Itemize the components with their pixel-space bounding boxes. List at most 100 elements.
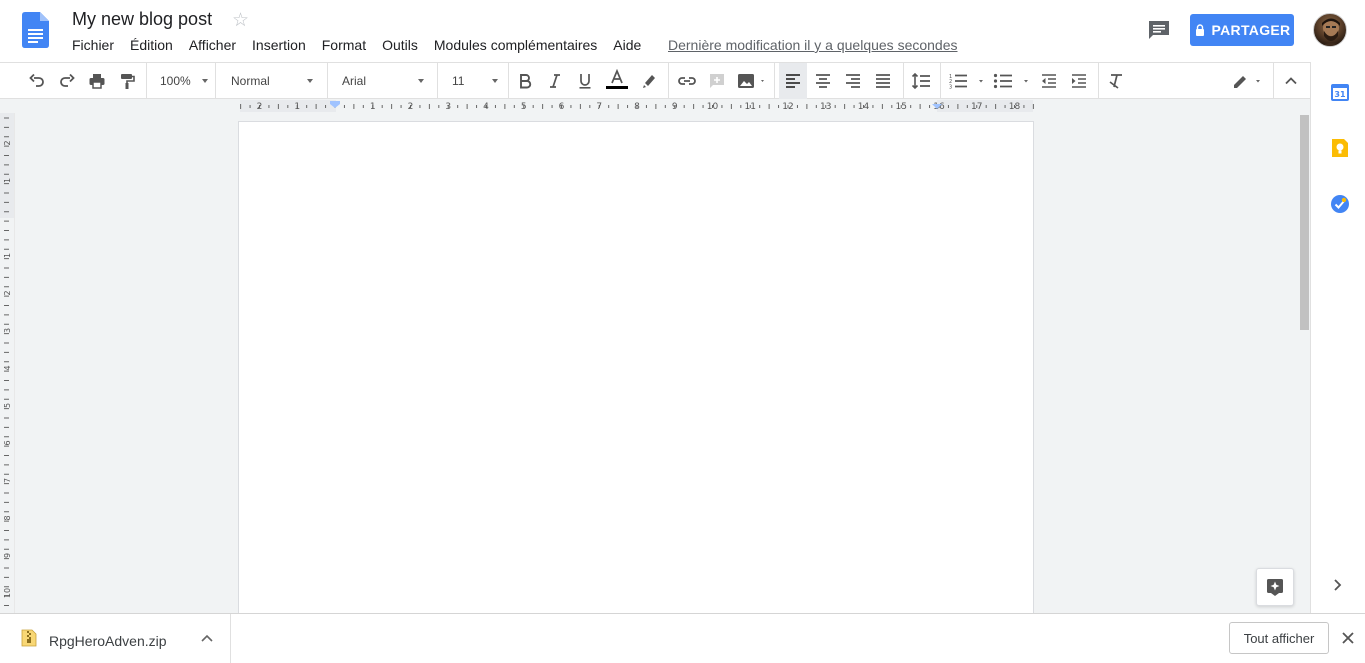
download-item[interactable]: RpgHeroAdven.zip (0, 614, 231, 663)
ruler-label: 3 (445, 102, 451, 112)
document-canvas (15, 113, 1300, 613)
explore-button[interactable] (1256, 568, 1294, 606)
ruler-label: 8 (634, 102, 640, 112)
ruler-label: 6 (3, 440, 12, 445)
link-icon[interactable] (673, 63, 701, 99)
clear-format-icon[interactable] (1103, 63, 1129, 99)
menu-view[interactable]: Afficher (181, 36, 244, 56)
download-file-name: RpgHeroAdven.zip (49, 633, 167, 649)
menu-file[interactable]: Fichier (64, 36, 122, 56)
ruler-label: 8 (3, 515, 12, 520)
close-icon[interactable] (1341, 631, 1355, 645)
indent-increase-icon[interactable] (1066, 63, 1092, 99)
ruler-label: 5 (521, 102, 527, 112)
menu-tools[interactable]: Outils (374, 36, 426, 56)
italic-icon[interactable] (542, 63, 568, 99)
lock-icon (1195, 24, 1204, 36)
scrollbar[interactable] (1299, 113, 1310, 613)
share-button[interactable]: PARTAGER (1190, 14, 1294, 46)
ruler-label: 1 (3, 178, 12, 183)
menu-format[interactable]: Format (314, 36, 374, 56)
bold-icon[interactable] (512, 63, 538, 99)
ruler-label: 7 (3, 478, 12, 483)
ruler-label: 2 (3, 290, 12, 295)
ruler-label: 14 (858, 102, 870, 112)
docs-logo-icon[interactable] (22, 12, 49, 48)
ruler-label: 6 (559, 102, 565, 112)
comments-icon[interactable] (1147, 19, 1171, 41)
share-label: PARTAGER (1211, 22, 1291, 38)
font-value: Arial (342, 74, 367, 88)
style-select[interactable]: Normal (231, 63, 313, 99)
zoom-value: 100% (160, 74, 191, 88)
show-all-button[interactable]: Tout afficher (1229, 622, 1329, 654)
horizontal-ruler[interactable]: 21123456789101112131415161718 (0, 99, 1310, 113)
header: My new blog post ☆ Fichier Édition Affic… (0, 0, 1365, 62)
vertical-ruler[interactable]: 2 1 1 2 3 4 5 6 7 8 9 10 (0, 113, 15, 613)
comment-add-icon[interactable] (704, 63, 730, 99)
underline-icon[interactable] (572, 63, 598, 99)
star-icon[interactable]: ☆ (232, 9, 249, 32)
expand-panel-icon[interactable] (1331, 575, 1345, 595)
document-title[interactable]: My new blog post (72, 9, 212, 30)
download-bar: RpgHeroAdven.zip Tout afficher (0, 613, 1365, 663)
chevron-up-icon[interactable] (200, 632, 214, 644)
keep-icon[interactable] (1330, 138, 1350, 158)
ruler-label: 13 (820, 102, 831, 112)
justify-icon[interactable] (869, 63, 897, 99)
ruler-label: 10 (3, 588, 12, 598)
toolbar: 100% Normal Arial 11 1 2 3 (0, 62, 1310, 99)
ruler-label: 1 (294, 102, 300, 112)
font-size-select[interactable]: 11 (452, 63, 498, 99)
edit-mode-icon[interactable] (1228, 63, 1268, 99)
document-page[interactable] (238, 121, 1034, 613)
style-value: Normal (231, 74, 270, 88)
ruler-label: 1 (370, 102, 376, 112)
ruler-label: 1 (3, 253, 12, 258)
avatar[interactable] (1313, 13, 1347, 47)
align-center-icon[interactable] (809, 63, 837, 99)
zoom-select[interactable]: 100% (160, 63, 208, 99)
align-right-icon[interactable] (839, 63, 867, 99)
ruler-label: 4 (483, 102, 489, 112)
ruler-label: 9 (3, 553, 12, 558)
image-icon[interactable] (733, 63, 769, 99)
menu-bar: Fichier Édition Afficher Insertion Forma… (64, 36, 649, 56)
zip-file-icon (21, 629, 37, 647)
calendar-day: 31 (1334, 90, 1346, 99)
menu-insert[interactable]: Insertion (244, 36, 314, 56)
ruler-label: 7 (596, 102, 602, 112)
calendar-icon[interactable]: 31 (1330, 82, 1350, 102)
collapse-icon[interactable] (1278, 63, 1304, 99)
bulleted-list-icon[interactable] (990, 63, 1034, 99)
menu-help[interactable]: Aide (605, 36, 649, 56)
undo-icon[interactable] (24, 63, 50, 99)
ruler-label: 11 (745, 102, 756, 112)
avatar-image (1320, 18, 1342, 46)
ruler-label: 15 (896, 102, 907, 112)
menu-edit[interactable]: Édition (122, 36, 181, 56)
text-color-icon[interactable] (603, 63, 631, 99)
scroll-thumb[interactable] (1300, 115, 1309, 330)
ruler-label: 12 (782, 102, 793, 112)
align-left-icon[interactable] (779, 63, 807, 99)
tasks-icon[interactable] (1330, 194, 1350, 214)
ruler-label: 2 (257, 102, 263, 112)
print-icon[interactable] (84, 63, 110, 99)
ruler-label: 9 (672, 102, 678, 112)
ruler-label: 18 (1009, 102, 1021, 112)
indent-decrease-icon[interactable] (1036, 63, 1062, 99)
font-select[interactable]: Arial (342, 63, 424, 99)
ruler-label: 10 (707, 102, 719, 112)
last-edit-link[interactable]: Dernière modification il y a quelques se… (668, 36, 958, 54)
redo-icon[interactable] (54, 63, 80, 99)
highlight-icon[interactable] (636, 63, 662, 99)
paint-format-icon[interactable] (114, 63, 140, 99)
explore-icon (1267, 579, 1283, 596)
ruler-label: 5 (3, 403, 12, 408)
menu-addons[interactable]: Modules complémentaires (426, 36, 605, 56)
line-spacing-icon[interactable] (907, 63, 935, 99)
font-size-value: 11 (452, 74, 465, 88)
numbered-list-icon[interactable]: 123 (945, 63, 989, 99)
svg-text:3: 3 (949, 85, 952, 91)
